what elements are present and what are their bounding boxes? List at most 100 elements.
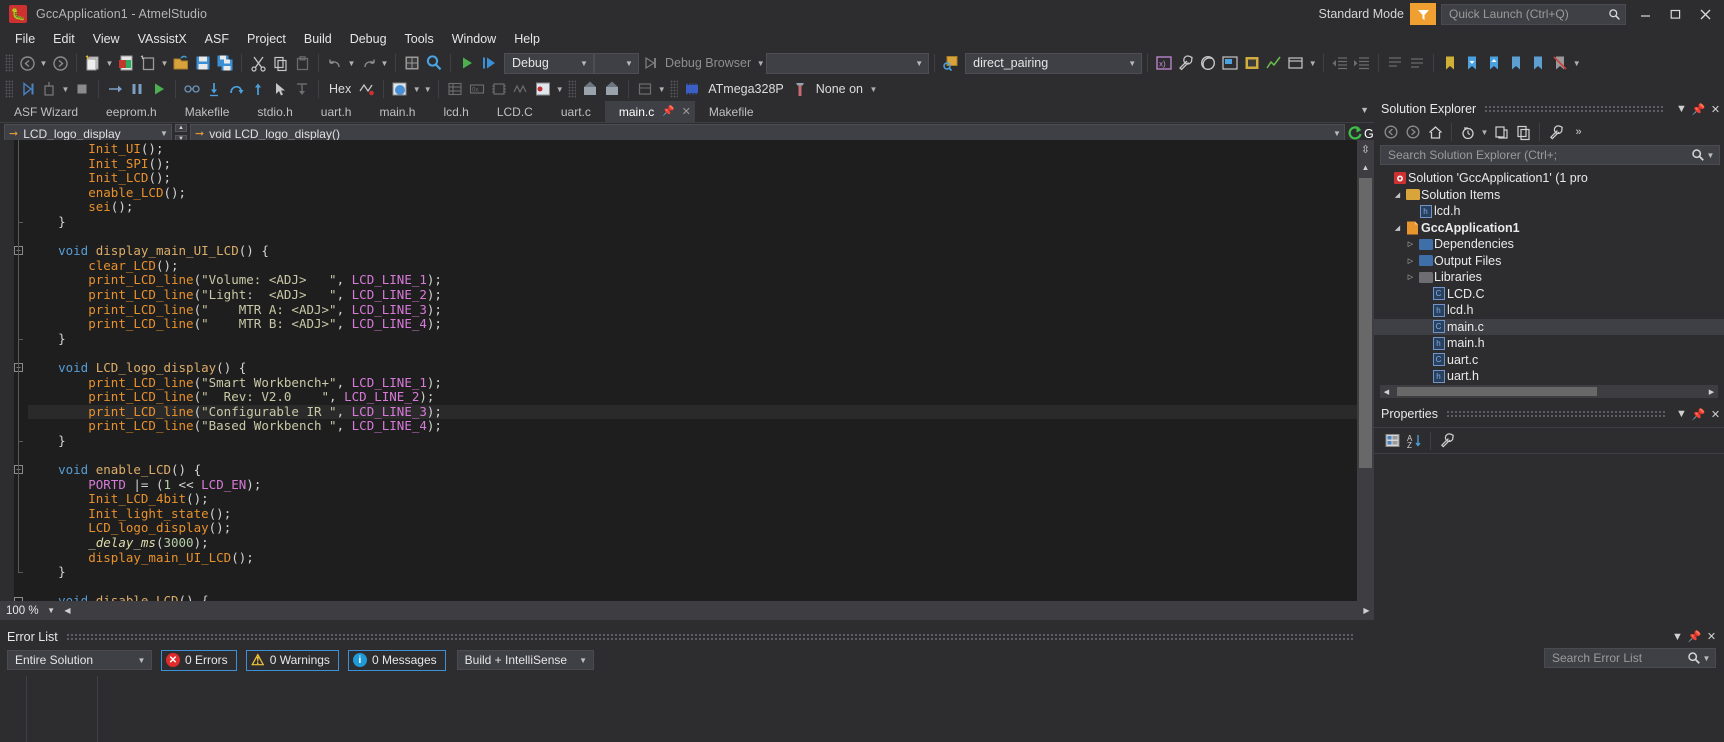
step-over-icon[interactable] bbox=[225, 78, 247, 100]
panel-menu-icon[interactable]: ▼ bbox=[1673, 103, 1690, 115]
minimize-button[interactable] bbox=[1630, 0, 1660, 28]
error-list-grid[interactable] bbox=[0, 676, 1724, 742]
processor-view-icon[interactable] bbox=[488, 78, 510, 100]
debug-browser-combo[interactable]: ▼ bbox=[766, 52, 930, 74]
solution-tree[interactable]: Solution 'GccApplication1' (1 pro ◢ Soluti… bbox=[1374, 168, 1724, 385]
comment-block-icon[interactable] bbox=[1384, 52, 1406, 74]
scrollbar-thumb[interactable] bbox=[1397, 387, 1597, 396]
code-line[interactable]: Init_light_state(); bbox=[28, 506, 1357, 522]
code-line[interactable]: void enable_LCD() { bbox=[28, 462, 1357, 478]
toolbar-overflow-icon[interactable]: » bbox=[1570, 126, 1587, 138]
project-search-icon[interactable] bbox=[940, 52, 962, 74]
chevron-down-icon[interactable]: ▼ bbox=[577, 59, 591, 68]
close-panel-icon[interactable]: ✕ bbox=[1707, 408, 1724, 421]
paste-icon[interactable] bbox=[291, 52, 313, 74]
chevron-down-icon[interactable]: ▼ bbox=[134, 656, 149, 665]
code-line[interactable]: _delay_ms(3000); bbox=[28, 535, 1357, 551]
uncomment-block-icon[interactable] bbox=[1406, 52, 1428, 74]
code-line[interactable]: void display_main_UI_LCD() { bbox=[28, 243, 1357, 259]
chevron-down-icon[interactable]: ▼ bbox=[912, 59, 926, 68]
build-filter-combo[interactable]: Build + IntelliSense ▼ bbox=[456, 650, 594, 670]
code-line[interactable]: Init_LCD(); bbox=[28, 170, 1357, 186]
menu-item-window[interactable]: Window bbox=[443, 30, 505, 48]
property-pages-icon[interactable] bbox=[1436, 430, 1458, 452]
code-line[interactable] bbox=[28, 580, 1357, 595]
properties-wrench-icon[interactable] bbox=[1545, 121, 1567, 143]
tab-main-c[interactable]: main.c 📌 ✕ bbox=[604, 101, 695, 122]
navigate-backward-icon[interactable] bbox=[16, 52, 38, 74]
alphabetical-view-icon[interactable]: AZ bbox=[1403, 430, 1425, 452]
atmel-studio-extension-icon[interactable] bbox=[1241, 52, 1263, 74]
tree-item-gccapplication1[interactable]: ◢ GccApplication1 bbox=[1374, 220, 1724, 237]
tree-item-solution-gccapplication1-1-pro[interactable]: Solution 'GccApplication1' (1 pro bbox=[1374, 170, 1724, 187]
plot-icon[interactable] bbox=[1263, 52, 1285, 74]
previous-bookmark-folder-icon[interactable] bbox=[1505, 52, 1527, 74]
toolbar-overflow-icon[interactable]: ▼ bbox=[1571, 59, 1582, 68]
save-icon[interactable] bbox=[192, 52, 214, 74]
quick-launch-input[interactable]: Quick Launch (Ctrl+Q) bbox=[1441, 3, 1626, 25]
cut-icon[interactable] bbox=[247, 52, 269, 74]
code-line[interactable]: Init_LCD_4bit(); bbox=[28, 491, 1357, 507]
zoom-level-combo[interactable]: 100 % ▼ bbox=[0, 602, 60, 619]
editor-horizontal-scrollbar[interactable] bbox=[75, 602, 1359, 619]
chevron-down-icon[interactable]: ▼ bbox=[47, 606, 55, 615]
tree-item-main-c[interactable]: Cmain.c bbox=[1374, 318, 1724, 335]
scrollbar-thumb[interactable] bbox=[1359, 178, 1372, 468]
tab-lcd-c[interactable]: LCD.C bbox=[483, 101, 547, 122]
code-line[interactable]: void LCD_logo_display() { bbox=[28, 360, 1357, 376]
tree-item-lcd-h[interactable]: h lcd.h bbox=[1374, 203, 1724, 220]
scroll-right-icon[interactable]: ▶ bbox=[1705, 388, 1718, 396]
attach-dropdown-icon[interactable]: ▼ bbox=[60, 85, 71, 94]
code-line[interactable]: clear_LCD(); bbox=[28, 258, 1357, 274]
tab-lcd-h[interactable]: lcd.h bbox=[429, 101, 482, 122]
expand-collapse-icon[interactable]: ◢ bbox=[1391, 191, 1404, 199]
pending-changes-icon[interactable] bbox=[1457, 121, 1479, 143]
menu-item-tools[interactable]: Tools bbox=[396, 30, 443, 48]
editor-text-area[interactable]: Init_UI(); Init_SPI(); Init_LCD(); enabl… bbox=[28, 140, 1357, 620]
stop-debugging-icon[interactable] bbox=[71, 78, 93, 100]
code-line[interactable]: LCD_logo_display(); bbox=[28, 521, 1357, 536]
menu-item-build[interactable]: Build bbox=[295, 30, 341, 48]
redo-dropdown-icon[interactable]: ▼ bbox=[379, 59, 390, 68]
navigate-forward-icon[interactable] bbox=[1402, 121, 1424, 143]
expand-collapse-icon[interactable]: ◢ bbox=[1391, 224, 1404, 232]
refresh-icon[interactable] bbox=[1512, 121, 1534, 143]
code-line[interactable]: print_LCD_line("Configurable IR ", LCD_L… bbox=[28, 404, 1357, 420]
project-selector-combo[interactable]: direct_pairing ▼ bbox=[965, 52, 1143, 74]
clean-solution-icon[interactable] bbox=[634, 78, 656, 100]
code-line[interactable]: print_LCD_line(" MTR B: <ADJ>", LCD_LINE… bbox=[28, 316, 1357, 332]
close-panel-icon[interactable]: ✕ bbox=[1703, 630, 1720, 643]
start-debugging-icon[interactable] bbox=[456, 52, 478, 74]
expand-collapse-icon[interactable]: ▷ bbox=[1404, 273, 1417, 281]
mode-filter-icon[interactable] bbox=[1410, 3, 1436, 25]
menu-item-file[interactable]: File bbox=[6, 30, 44, 48]
redo-icon[interactable] bbox=[357, 52, 379, 74]
code-line[interactable]: sei(); bbox=[28, 200, 1357, 215]
tree-item-lcd-c[interactable]: C LCD.C bbox=[1374, 286, 1724, 303]
sync-with-active-document-icon[interactable] bbox=[1490, 121, 1512, 143]
tool-overflow-icon[interactable]: ▼ bbox=[868, 85, 879, 94]
code-editor[interactable]: −−−− Init_UI(); Init_SPI(); Init_LCD(); … bbox=[0, 140, 1374, 620]
code-line[interactable]: Init_SPI(); bbox=[28, 156, 1357, 172]
code-line[interactable] bbox=[28, 346, 1357, 361]
expand-collapse-icon[interactable]: ▷ bbox=[1404, 240, 1417, 248]
build-overflow-icon[interactable]: ▼ bbox=[656, 85, 667, 94]
break-all-icon[interactable] bbox=[126, 78, 148, 100]
solution-explorer-toggle-icon[interactable] bbox=[401, 52, 423, 74]
rebuild-solution-icon[interactable] bbox=[601, 78, 623, 100]
continue-icon[interactable] bbox=[148, 78, 170, 100]
tree-item-dependencies[interactable]: ▷ Dependencies bbox=[1374, 236, 1724, 253]
previous-bookmark-icon[interactable] bbox=[1461, 52, 1483, 74]
home-icon[interactable] bbox=[1424, 121, 1446, 143]
menu-item-edit[interactable]: Edit bbox=[44, 30, 84, 48]
chevron-down-icon[interactable]: ▼ bbox=[1125, 59, 1139, 68]
pointer-select-icon[interactable] bbox=[269, 78, 291, 100]
menu-item-vassistx[interactable]: VAssistX bbox=[129, 30, 196, 48]
expand-collapse-icon[interactable]: ▷ bbox=[1404, 257, 1417, 265]
solution-platform-combo[interactable]: ▼ bbox=[594, 52, 639, 74]
tab-main-h[interactable]: main.h bbox=[365, 101, 429, 122]
search-options-dropdown-icon[interactable]: ▼ bbox=[1701, 654, 1712, 663]
code-line[interactable]: print_LCD_line("Smart Workbench+", LCD_L… bbox=[28, 375, 1357, 391]
decrease-indent-icon[interactable] bbox=[1329, 52, 1351, 74]
code-line[interactable]: enable_LCD(); bbox=[28, 185, 1357, 201]
